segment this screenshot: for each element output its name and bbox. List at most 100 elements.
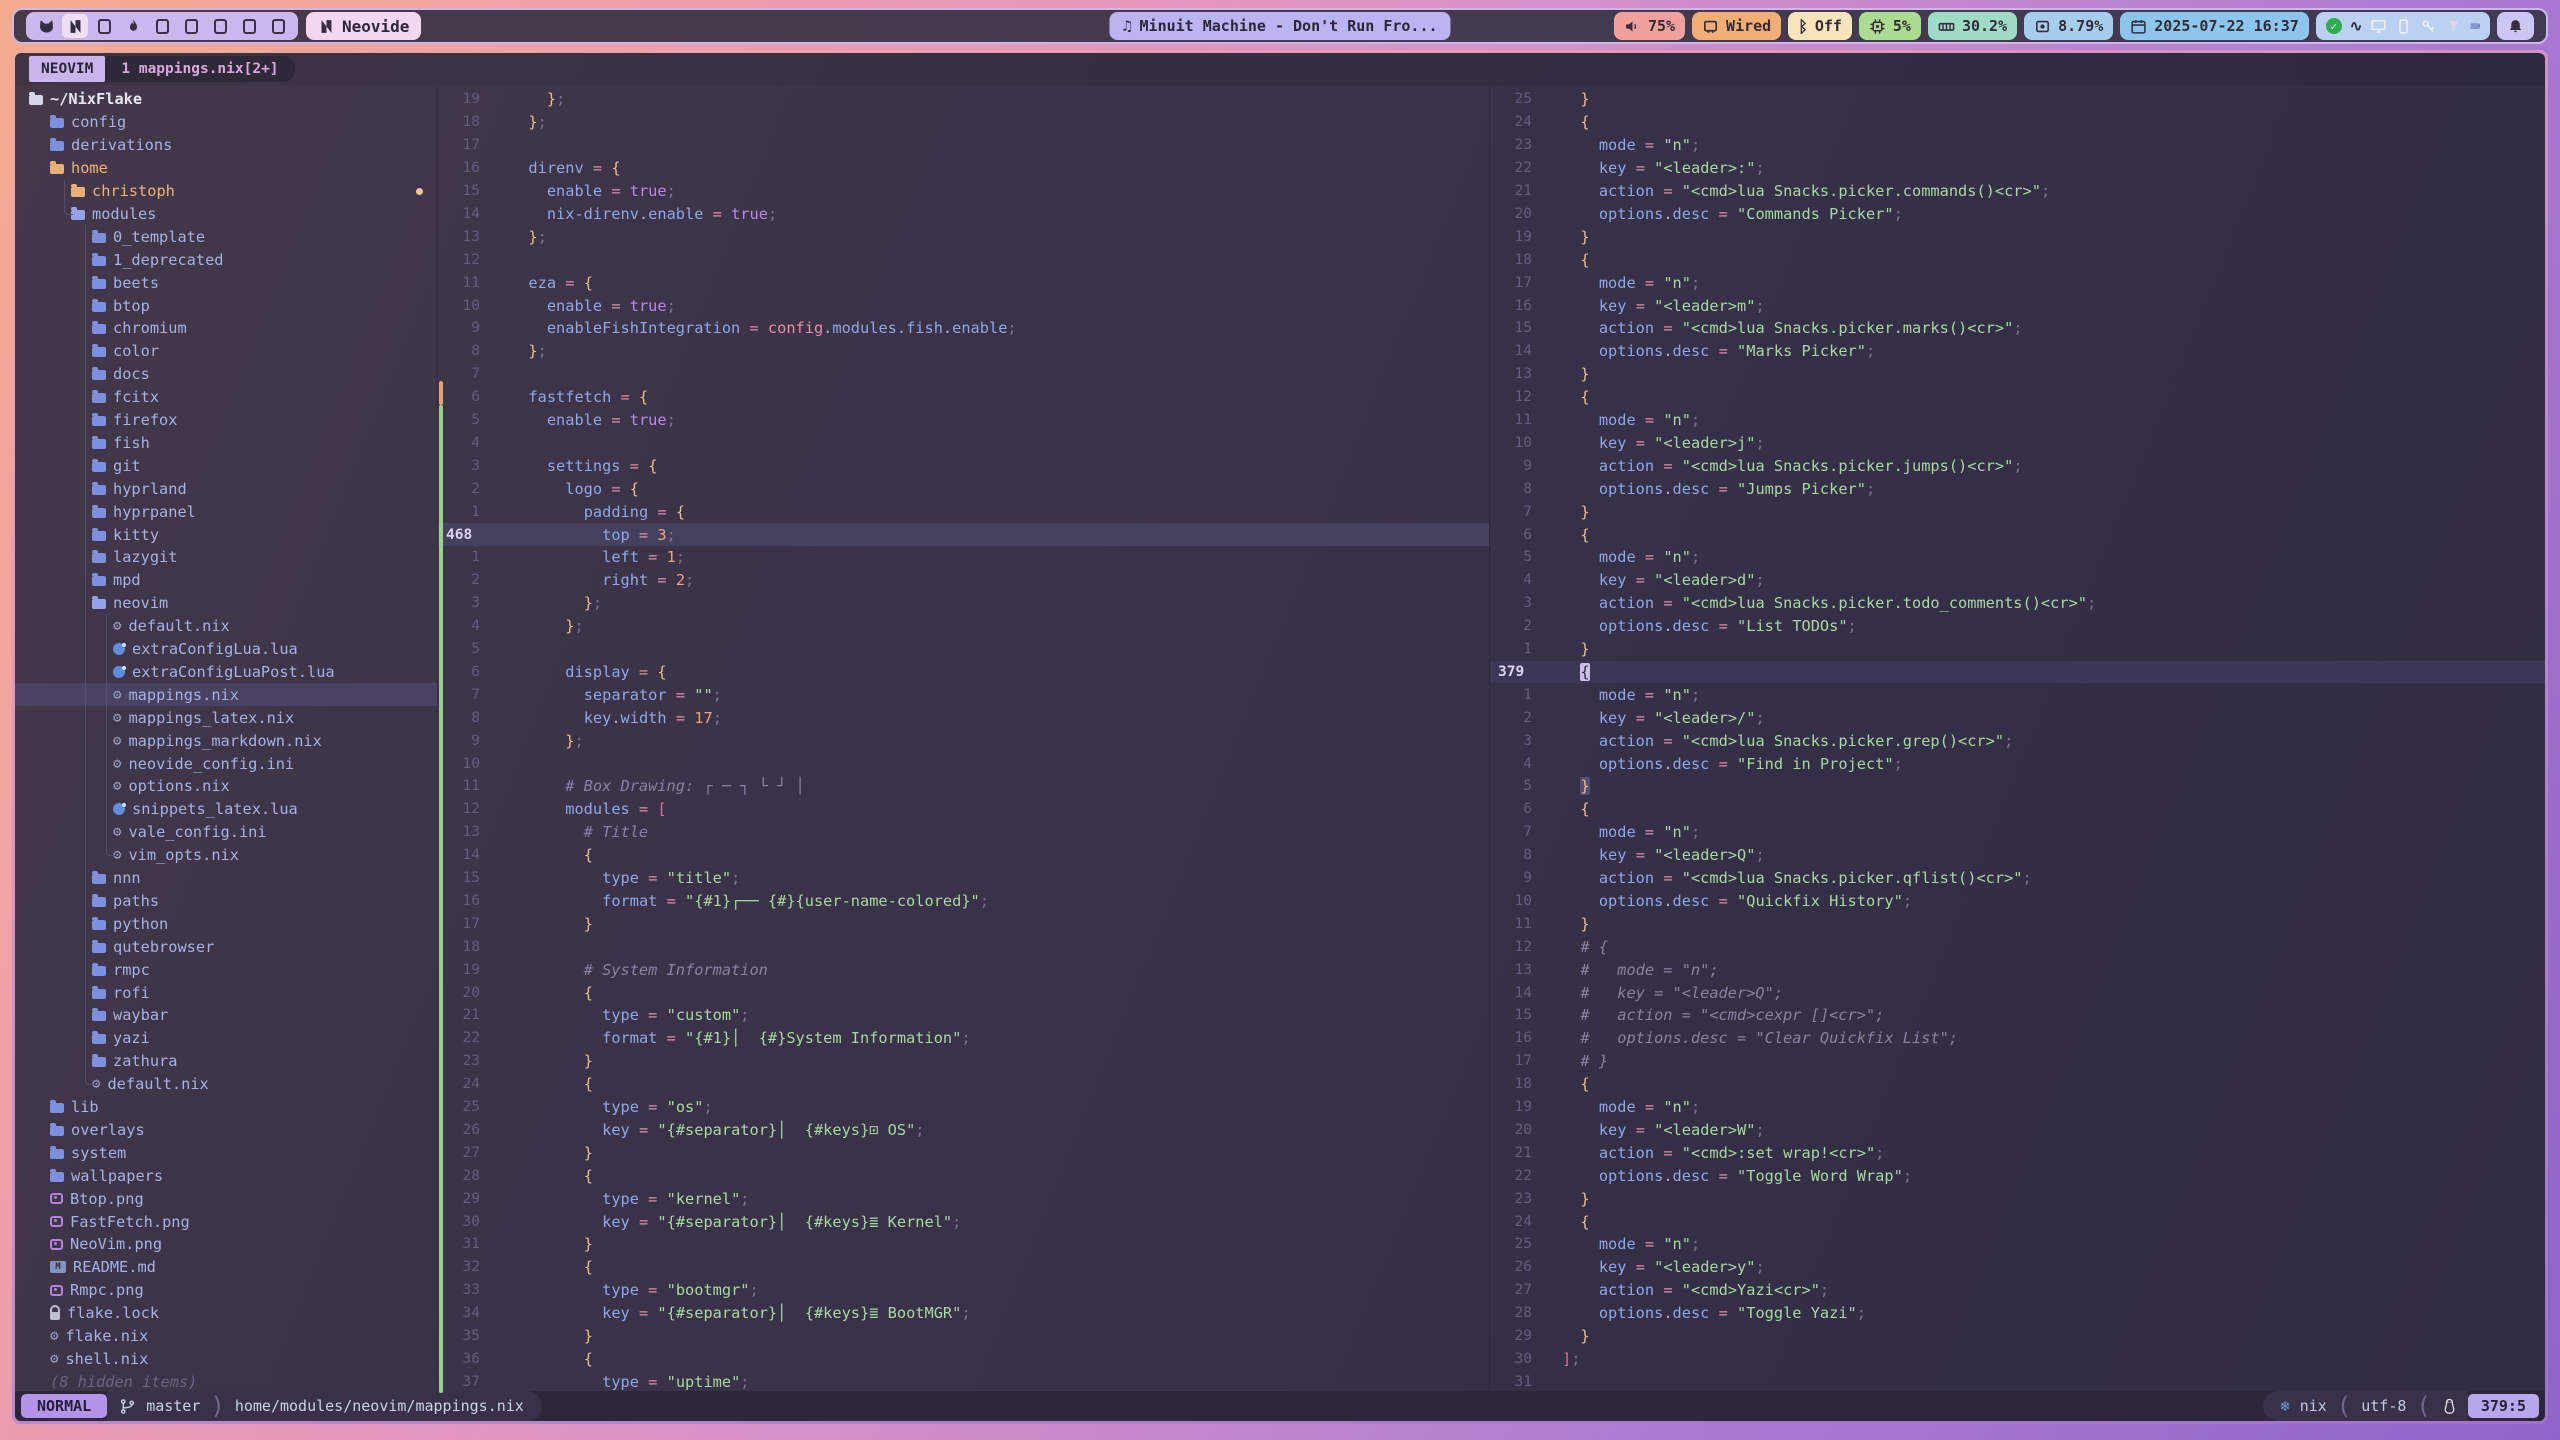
code-line[interactable]: 16 direnv = {: [438, 157, 1489, 180]
code-line[interactable]: 21 action = "<cmd>lua Snacks.picker.comm…: [1490, 180, 2545, 203]
code-line[interactable]: 37 type = "uptime";: [438, 1370, 1489, 1393]
code-line[interactable]: 6 fastfetch = {: [438, 386, 1489, 409]
code-line[interactable]: 6 {: [1490, 798, 2545, 821]
tree-item-system[interactable]: system: [15, 1141, 437, 1164]
code-line[interactable]: 12: [438, 248, 1489, 271]
code-line[interactable]: 20 key = "<leader>W";: [1490, 1119, 2545, 1142]
code-line[interactable]: 6 {: [1490, 523, 2545, 546]
code-line[interactable]: 15 action = "<cmd>lua Snacks.picker.mark…: [1490, 317, 2545, 340]
music-widget[interactable]: ♫ Minuit Machine - Don't Run Fro...: [1109, 12, 1450, 40]
cpu-chip[interactable]: 5%: [1859, 12, 1921, 40]
code-line[interactable]: 8 key.width = 17;: [438, 706, 1489, 729]
code-line[interactable]: 28 options.desc = "Toggle Yazi";: [1490, 1302, 2545, 1325]
tree-item-mappings-markdown-nix[interactable]: ⚙mappings_markdown.nix: [15, 729, 437, 752]
code-line[interactable]: 20 {: [438, 981, 1489, 1004]
wave-icon[interactable]: ∿: [2350, 17, 2363, 35]
tree-item-python[interactable]: python: [15, 912, 437, 935]
code-line[interactable]: 27 action = "<cmd>Yazi<cr>";: [1490, 1279, 2545, 1302]
tree-item-waybar[interactable]: waybar: [15, 1004, 437, 1027]
code-line[interactable]: 8 options.desc = "Jumps Picker";: [1490, 477, 2545, 500]
code-line[interactable]: 3 action = "<cmd>lua Snacks.picker.grep(…: [1490, 729, 2545, 752]
code-line[interactable]: 16 # options.desc = "Clear Quickfix List…: [1490, 1027, 2545, 1050]
code-line[interactable]: 5 mode = "n";: [1490, 546, 2545, 569]
code-line[interactable]: 10 key = "<leader>j";: [1490, 432, 2545, 455]
code-line[interactable]: 18 {: [1490, 248, 2545, 271]
code-line[interactable]: 6 display = {: [438, 661, 1489, 684]
memory-chip[interactable]: 30.2%: [1928, 12, 2017, 40]
code-line[interactable]: 17 # }: [1490, 1050, 2545, 1073]
code-line[interactable]: 35 }: [438, 1325, 1489, 1348]
notifications-bell[interactable]: [2497, 12, 2534, 40]
code-line[interactable]: 15 # action = "<cmd>cexpr []<cr>";: [1490, 1004, 2545, 1027]
code-line[interactable]: 7 mode = "n";: [1490, 821, 2545, 844]
code-line[interactable]: 20 options.desc = "Commands Picker";: [1490, 203, 2545, 226]
workspace-5-square-icon[interactable]: [149, 14, 175, 38]
code-line[interactable]: 21 action = "<cmd>:set wrap!<cr>";: [1490, 1141, 2545, 1164]
code-line[interactable]: 30];: [1490, 1348, 2545, 1371]
code-line[interactable]: 15 type = "title";: [438, 867, 1489, 890]
code-line[interactable]: 25 }: [1490, 88, 2545, 111]
tree-item-btop-png[interactable]: Btop.png: [15, 1187, 437, 1210]
tree-item-derivations[interactable]: derivations: [15, 134, 437, 157]
code-line[interactable]: 13 # Title: [438, 821, 1489, 844]
tree-item-zathura[interactable]: zathura: [15, 1050, 437, 1073]
clock-chip[interactable]: 2025-07-22 16:37: [2120, 12, 2309, 40]
workspace-6-square-icon[interactable]: [178, 14, 204, 38]
code-line[interactable]: 468 top = 3;: [438, 523, 1489, 546]
code-line[interactable]: 8 key = "<leader>Q";: [1490, 844, 2545, 867]
code-line[interactable]: 29 type = "kernel";: [438, 1187, 1489, 1210]
code-line[interactable]: 23 mode = "n";: [1490, 134, 2545, 157]
code-line[interactable]: 33 type = "bootmgr";: [438, 1279, 1489, 1302]
code-line[interactable]: 23 }: [1490, 1187, 2545, 1210]
code-line[interactable]: 13 # mode = "n";: [1490, 958, 2545, 981]
volume-chip[interactable]: 75%: [1614, 12, 1685, 40]
filter-icon[interactable]: [2445, 18, 2462, 35]
key-icon[interactable]: [2420, 18, 2437, 35]
tree-item-1-deprecated[interactable]: 1_deprecated: [15, 248, 437, 271]
code-line[interactable]: 22 options.desc = "Toggle Word Wrap";: [1490, 1164, 2545, 1187]
tree-item-chromium[interactable]: chromium: [15, 317, 437, 340]
code-line[interactable]: 4: [438, 432, 1489, 455]
tree-item-neovim-png[interactable]: NeoVim.png: [15, 1233, 437, 1256]
code-line[interactable]: 7: [438, 363, 1489, 386]
code-line[interactable]: 18 {: [1490, 1073, 2545, 1096]
tree-item-rmpc[interactable]: rmpc: [15, 958, 437, 981]
code-line[interactable]: 11 mode = "n";: [1490, 409, 2545, 432]
code-line[interactable]: 9 };: [438, 729, 1489, 752]
tree-item-extraconfiglua-lua[interactable]: extraConfigLua.lua: [15, 638, 437, 661]
code-line[interactable]: 21 type = "custom";: [438, 1004, 1489, 1027]
tree-item-hyprpanel[interactable]: hyprpanel: [15, 500, 437, 523]
tree-item-default-nix[interactable]: ⚙default.nix: [15, 1073, 437, 1096]
code-line[interactable]: 18 };: [438, 111, 1489, 134]
tab-mappings-nix[interactable]: 1 mappings.nix[2+]: [105, 56, 294, 82]
code-line[interactable]: 17 }: [438, 912, 1489, 935]
tree-item-mpd[interactable]: mpd: [15, 569, 437, 592]
tree-item-git[interactable]: git: [15, 454, 437, 477]
code-line[interactable]: 31: [1490, 1370, 2545, 1393]
code-line[interactable]: 11 }: [1490, 912, 2545, 935]
code-line[interactable]: 28 {: [438, 1164, 1489, 1187]
tree-item-color[interactable]: color: [15, 340, 437, 363]
focused-app-chip[interactable]: Neovide: [306, 12, 421, 40]
code-line[interactable]: 5: [438, 638, 1489, 661]
tree-item-btop[interactable]: btop: [15, 294, 437, 317]
tree-item-vim-opts-nix[interactable]: ⚙vim_opts.nix: [15, 844, 437, 867]
tree-item-fastfetch-png[interactable]: FastFetch.png: [15, 1210, 437, 1233]
tree-item-overlays[interactable]: overlays: [15, 1119, 437, 1142]
code-line[interactable]: 29 }: [1490, 1325, 2545, 1348]
code-line[interactable]: 16 format = "{#1}┌── {#}{user-name-color…: [438, 890, 1489, 913]
code-line[interactable]: 17 mode = "n";: [1490, 271, 2545, 294]
disk-chip[interactable]: 8.79%: [2024, 12, 2113, 40]
code-line[interactable]: 13 }: [1490, 363, 2545, 386]
tree-item-qutebrowser[interactable]: qutebrowser: [15, 935, 437, 958]
tree-item-neovide-config-ini[interactable]: ⚙neovide_config.ini: [15, 752, 437, 775]
tree-item-rofi[interactable]: rofi: [15, 981, 437, 1004]
code-line[interactable]: 4 options.desc = "Find in Project";: [1490, 752, 2545, 775]
code-line[interactable]: 8 };: [438, 340, 1489, 363]
tree-item-extraconfigluapost-lua[interactable]: extraConfigLuaPost.lua: [15, 661, 437, 684]
code-line[interactable]: 1 padding = {: [438, 500, 1489, 523]
code-line[interactable]: 26 key = "{#separator}│ {#keys}⊡ OS";: [438, 1119, 1489, 1142]
code-line[interactable]: 10: [438, 752, 1489, 775]
code-line[interactable]: 22 format = "{#1}│ {#}System Information…: [438, 1027, 1489, 1050]
code-line[interactable]: 14 nix-direnv.enable = true;: [438, 203, 1489, 226]
